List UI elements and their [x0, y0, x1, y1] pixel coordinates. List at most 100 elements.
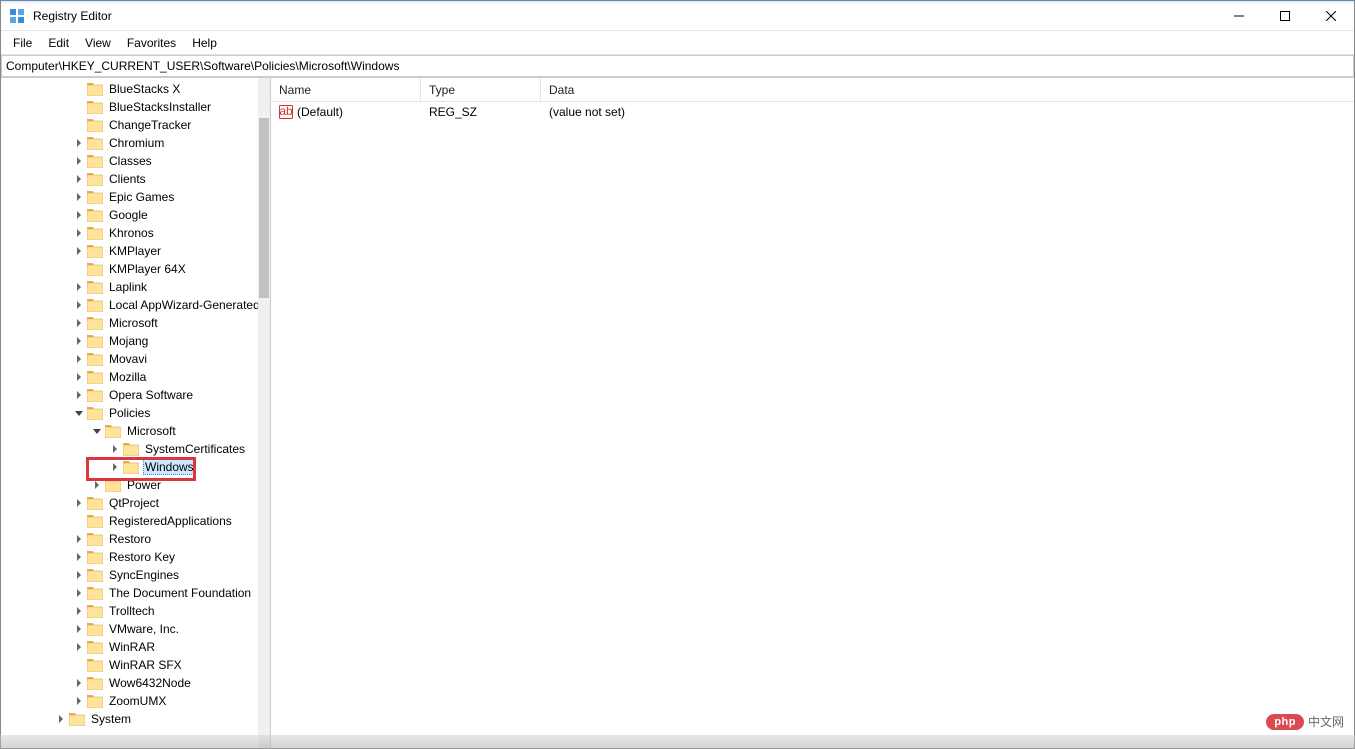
tree-node[interactable]: WinRAR SFX	[1, 656, 258, 674]
tree-node[interactable]: ZoomUMX	[1, 692, 258, 710]
tree-node[interactable]: Epic Games	[1, 188, 258, 206]
maximize-button[interactable]	[1262, 1, 1308, 31]
tree-node[interactable]: Local AppWizard-Generated Ap	[1, 296, 258, 314]
column-data[interactable]: Data	[541, 78, 1354, 101]
watermark-pill: php	[1266, 714, 1304, 730]
expander-icon[interactable]	[73, 551, 85, 563]
address-input[interactable]	[1, 55, 1354, 77]
tree-view[interactable]: BlueStacks XBlueStacksInstallerChangeTra…	[1, 78, 258, 748]
tree-node[interactable]: Clients	[1, 170, 258, 188]
expander-icon[interactable]	[73, 407, 85, 419]
expander-icon[interactable]	[73, 173, 85, 185]
titlebar[interactable]: Registry Editor	[1, 1, 1354, 31]
tree-node-label: Movavi	[107, 352, 149, 366]
expander-icon[interactable]	[73, 515, 85, 527]
column-type[interactable]: Type	[421, 78, 541, 101]
tree-node-label: Microsoft	[107, 316, 160, 330]
expander-icon[interactable]	[91, 479, 103, 491]
tree-node[interactable]: Khronos	[1, 224, 258, 242]
tree-node[interactable]: The Document Foundation	[1, 584, 258, 602]
expander-icon[interactable]	[73, 569, 85, 581]
tree-node[interactable]: Policies	[1, 404, 258, 422]
tree-node[interactable]: QtProject	[1, 494, 258, 512]
expander-icon[interactable]	[73, 695, 85, 707]
tree-node[interactable]: VMware, Inc.	[1, 620, 258, 638]
expander-icon[interactable]	[73, 371, 85, 383]
expander-icon[interactable]	[73, 191, 85, 203]
tree-node[interactable]: Movavi	[1, 350, 258, 368]
tree-node-label: KMPlayer 64X	[107, 262, 188, 276]
expander-icon[interactable]	[73, 659, 85, 671]
tree-node-label: WinRAR SFX	[107, 658, 184, 672]
expander-icon[interactable]	[73, 281, 85, 293]
minimize-button[interactable]	[1216, 1, 1262, 31]
expander-icon[interactable]	[109, 461, 121, 473]
tree-node[interactable]: SyncEngines	[1, 566, 258, 584]
tree-node[interactable]: ChangeTracker	[1, 116, 258, 134]
tree-node[interactable]: RegisteredApplications	[1, 512, 258, 530]
expander-icon[interactable]	[73, 677, 85, 689]
tree-node[interactable]: Mozilla	[1, 368, 258, 386]
menu-file[interactable]: File	[5, 34, 40, 52]
tree-node[interactable]: Opera Software	[1, 386, 258, 404]
scrollbar-thumb[interactable]	[259, 118, 269, 298]
expander-icon[interactable]	[73, 533, 85, 545]
expander-icon[interactable]	[73, 263, 85, 275]
expander-icon[interactable]	[73, 209, 85, 221]
tree-node[interactable]: Laplink	[1, 278, 258, 296]
tree-node[interactable]: Microsoft	[1, 422, 258, 440]
tree-node-label: SyncEngines	[107, 568, 181, 582]
expander-icon[interactable]	[73, 83, 85, 95]
expander-icon[interactable]	[73, 299, 85, 311]
tree-node[interactable]: Wow6432Node	[1, 674, 258, 692]
expander-icon[interactable]	[73, 587, 85, 599]
tree-node[interactable]: SystemCertificates	[1, 440, 258, 458]
expander-icon[interactable]	[73, 227, 85, 239]
menu-view[interactable]: View	[77, 34, 119, 52]
tree-node-label: Chromium	[107, 136, 166, 150]
tree-node[interactable]: BlueStacksInstaller	[1, 98, 258, 116]
tree-node[interactable]: Microsoft	[1, 314, 258, 332]
expander-icon[interactable]	[109, 443, 121, 455]
tree-node[interactable]: Trolltech	[1, 602, 258, 620]
tree-node[interactable]: System	[1, 710, 258, 728]
expander-icon[interactable]	[73, 137, 85, 149]
folder-icon	[87, 515, 103, 528]
column-name[interactable]: Name	[271, 78, 421, 101]
tree-node[interactable]: KMPlayer	[1, 242, 258, 260]
expander-icon[interactable]	[73, 155, 85, 167]
menu-favorites[interactable]: Favorites	[119, 34, 184, 52]
menu-edit[interactable]: Edit	[40, 34, 77, 52]
values-list[interactable]: ab(Default)REG_SZ(value not set)	[271, 102, 1354, 748]
expander-icon[interactable]	[73, 389, 85, 401]
close-button[interactable]	[1308, 1, 1354, 31]
expander-icon[interactable]	[73, 101, 85, 113]
expander-icon[interactable]	[55, 713, 67, 725]
expander-icon[interactable]	[73, 623, 85, 635]
expander-icon[interactable]	[91, 425, 103, 437]
expander-icon[interactable]	[73, 353, 85, 365]
menu-help[interactable]: Help	[184, 34, 225, 52]
tree-node[interactable]: Restoro	[1, 530, 258, 548]
tree-node[interactable]: WinRAR	[1, 638, 258, 656]
tree-node[interactable]: Power	[1, 476, 258, 494]
tree-node[interactable]: Chromium	[1, 134, 258, 152]
tree-node[interactable]: Windows	[1, 458, 258, 476]
tree-node-label: Laplink	[107, 280, 149, 294]
tree-node[interactable]: Mojang	[1, 332, 258, 350]
tree-node[interactable]: Google	[1, 206, 258, 224]
tree-node[interactable]: KMPlayer 64X	[1, 260, 258, 278]
value-row[interactable]: ab(Default)REG_SZ(value not set)	[271, 102, 1354, 122]
expander-icon[interactable]	[73, 119, 85, 131]
expander-icon[interactable]	[73, 317, 85, 329]
tree-scrollbar[interactable]	[258, 78, 270, 748]
tree-node[interactable]: Restoro Key	[1, 548, 258, 566]
expander-icon[interactable]	[73, 497, 85, 509]
expander-icon[interactable]	[73, 245, 85, 257]
tree-node[interactable]: BlueStacks X	[1, 80, 258, 98]
folder-icon	[87, 569, 103, 582]
expander-icon[interactable]	[73, 641, 85, 653]
expander-icon[interactable]	[73, 605, 85, 617]
tree-node[interactable]: Classes	[1, 152, 258, 170]
expander-icon[interactable]	[73, 335, 85, 347]
